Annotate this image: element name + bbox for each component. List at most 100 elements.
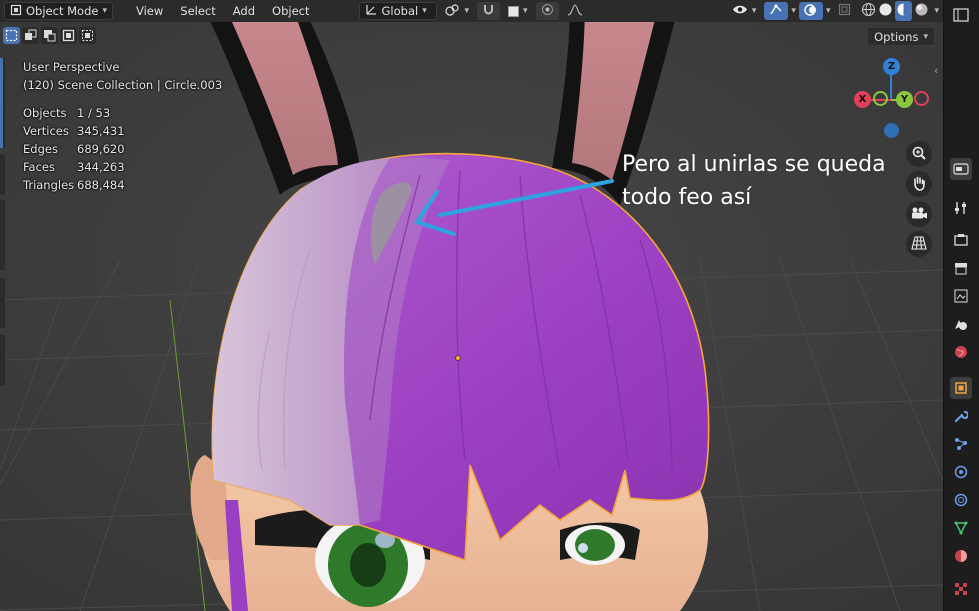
menu-add[interactable]: Add: [226, 2, 262, 20]
wireframe-icon[interactable]: [861, 2, 876, 20]
menu-object[interactable]: Object: [265, 2, 316, 20]
magnet-icon: [482, 3, 495, 19]
proportional-editing-icon: [541, 3, 554, 19]
object-tab-icon[interactable]: [950, 377, 972, 399]
output-tab-icon[interactable]: [950, 257, 972, 279]
viewport-info-overlay: User Perspective (120) Scene Collection …: [23, 58, 222, 194]
shading-group: [859, 1, 931, 21]
stat-label: Triangles: [23, 178, 75, 192]
scene-tab-icon[interactable]: [950, 313, 972, 335]
perspective-label: User Perspective: [23, 60, 120, 74]
menu-select[interactable]: Select: [173, 2, 222, 20]
stat-label: Faces: [23, 160, 55, 174]
pivot-icon: [444, 3, 461, 19]
eye-icon: [732, 4, 748, 18]
xray-toggle[interactable]: [833, 2, 856, 20]
object-mode-icon: [10, 4, 22, 19]
overlays-toggle[interactable]: [798, 2, 823, 20]
mode-dropdown[interactable]: Object Mode ▾: [4, 2, 113, 20]
gizmo-neg-y-axis[interactable]: [873, 91, 888, 106]
left-toolbar-segment[interactable]: [0, 200, 5, 270]
gizmo-x-axis[interactable]: X: [854, 91, 871, 108]
annotation-text: Pero al unirlas se queda todo feo así: [622, 148, 886, 214]
pivot-point-button[interactable]: ▾: [440, 2, 475, 20]
visibility-dropdown[interactable]: ▾: [727, 2, 762, 20]
properties-header-icon[interactable]: [950, 158, 972, 180]
stat-faces: Faces 344,263: [23, 158, 222, 176]
menu-view[interactable]: View: [129, 2, 170, 20]
snap-toggle[interactable]: [477, 2, 501, 20]
collection-label: (120) Scene Collection | Circle.003: [23, 78, 223, 92]
annotation-line-1: Pero al unirlas se queda: [622, 152, 886, 177]
world-tab-icon[interactable]: [950, 341, 972, 363]
selection-mode-group: [3, 27, 96, 44]
gizmo-z-label: Z: [887, 61, 896, 72]
solid-icon[interactable]: [878, 2, 893, 20]
ortho-toggle-button[interactable]: [906, 231, 932, 257]
gizmo-toggle[interactable]: [764, 2, 789, 20]
left-toolbar-active[interactable]: [0, 58, 5, 148]
modifiers-tab-icon[interactable]: [950, 405, 972, 427]
select-subtract-icon[interactable]: [41, 27, 58, 44]
tool-tab-icon[interactable]: [950, 197, 972, 219]
stat-value: 345,431: [77, 124, 125, 138]
camera-icon: [910, 206, 928, 223]
left-toolbar-segment[interactable]: [0, 278, 5, 328]
chevron-down-icon: ▾: [923, 31, 928, 42]
sidebar-collapse-icon[interactable]: ‹: [934, 64, 938, 77]
chevron-down-icon: ▾: [422, 6, 427, 16]
hand-icon: [911, 175, 927, 194]
editor-type-icon[interactable]: [950, 4, 972, 26]
select-intersect-icon[interactable]: [79, 27, 96, 44]
stat-objects: Objects 1 / 53: [23, 104, 222, 122]
gizmo-y-label: Y: [900, 94, 909, 105]
options-dropdown[interactable]: Options ▾: [867, 27, 935, 46]
gizmo-dropdown-chevron[interactable]: ▾: [791, 6, 796, 16]
transform-orientation-dropdown[interactable]: Global ▾: [358, 2, 437, 20]
proportional-editing-toggle[interactable]: [535, 2, 559, 20]
particles-tab-icon[interactable]: [950, 433, 972, 455]
stat-value: 1 / 53: [77, 106, 111, 120]
left-toolbar-segment[interactable]: [0, 155, 5, 195]
gizmo-neg-z-axis[interactable]: [884, 123, 899, 138]
gizmo-z-axis[interactable]: Z: [883, 58, 900, 75]
increment-icon: [508, 5, 520, 17]
select-new-icon[interactable]: [3, 27, 20, 44]
snap-element-dropdown[interactable]: ▾: [503, 2, 533, 20]
data-tab-icon[interactable]: [950, 517, 972, 539]
gizmo-neg-x-axis[interactable]: [914, 91, 929, 106]
left-toolbar-segment[interactable]: [0, 335, 5, 385]
physics-tab-icon[interactable]: [950, 461, 972, 483]
render-tab-icon[interactable]: [950, 229, 972, 251]
material-preview-icon[interactable]: [895, 1, 913, 21]
gizmo-icon: [769, 3, 783, 19]
gizmo-y-axis[interactable]: Y: [896, 91, 913, 108]
annotation-line-2: todo feo así: [622, 185, 752, 210]
camera-view-button[interactable]: [906, 201, 932, 227]
gizmo-x-label: X: [858, 94, 867, 105]
viewport-header: Object Mode ▾ View Select Add Object Glo…: [0, 0, 943, 22]
chevron-down-icon: ▾: [751, 6, 757, 16]
orientation-label: Global: [381, 4, 419, 18]
pan-button[interactable]: [906, 171, 932, 197]
chevron-down-icon: ▾: [464, 6, 470, 16]
stat-label: Objects: [23, 106, 67, 120]
select-extend-icon[interactable]: [22, 27, 39, 44]
material-tab-icon[interactable]: [950, 545, 972, 567]
select-invert-icon[interactable]: [60, 27, 77, 44]
properties-editor-tabs: [943, 0, 979, 611]
xray-icon: [838, 3, 851, 19]
chevron-down-icon: ▾: [102, 6, 107, 16]
view-layer-tab-icon[interactable]: [950, 285, 972, 307]
blender-window: Object Mode ▾ View Select Add Object Glo…: [0, 0, 979, 611]
zoom-button[interactable]: [906, 141, 932, 167]
chevron-down-icon: ▾: [523, 6, 528, 16]
texture-tab-icon[interactable]: [950, 578, 972, 600]
options-label: Options: [874, 29, 919, 44]
falloff-dropdown[interactable]: [562, 2, 588, 20]
constraints-tab-icon[interactable]: [950, 489, 972, 511]
overlays-dropdown-chevron[interactable]: ▾: [826, 6, 831, 16]
falloff-curve-icon: [567, 3, 583, 19]
rendered-icon[interactable]: [914, 2, 929, 20]
shading-dropdown-chevron[interactable]: ▾: [934, 6, 939, 16]
